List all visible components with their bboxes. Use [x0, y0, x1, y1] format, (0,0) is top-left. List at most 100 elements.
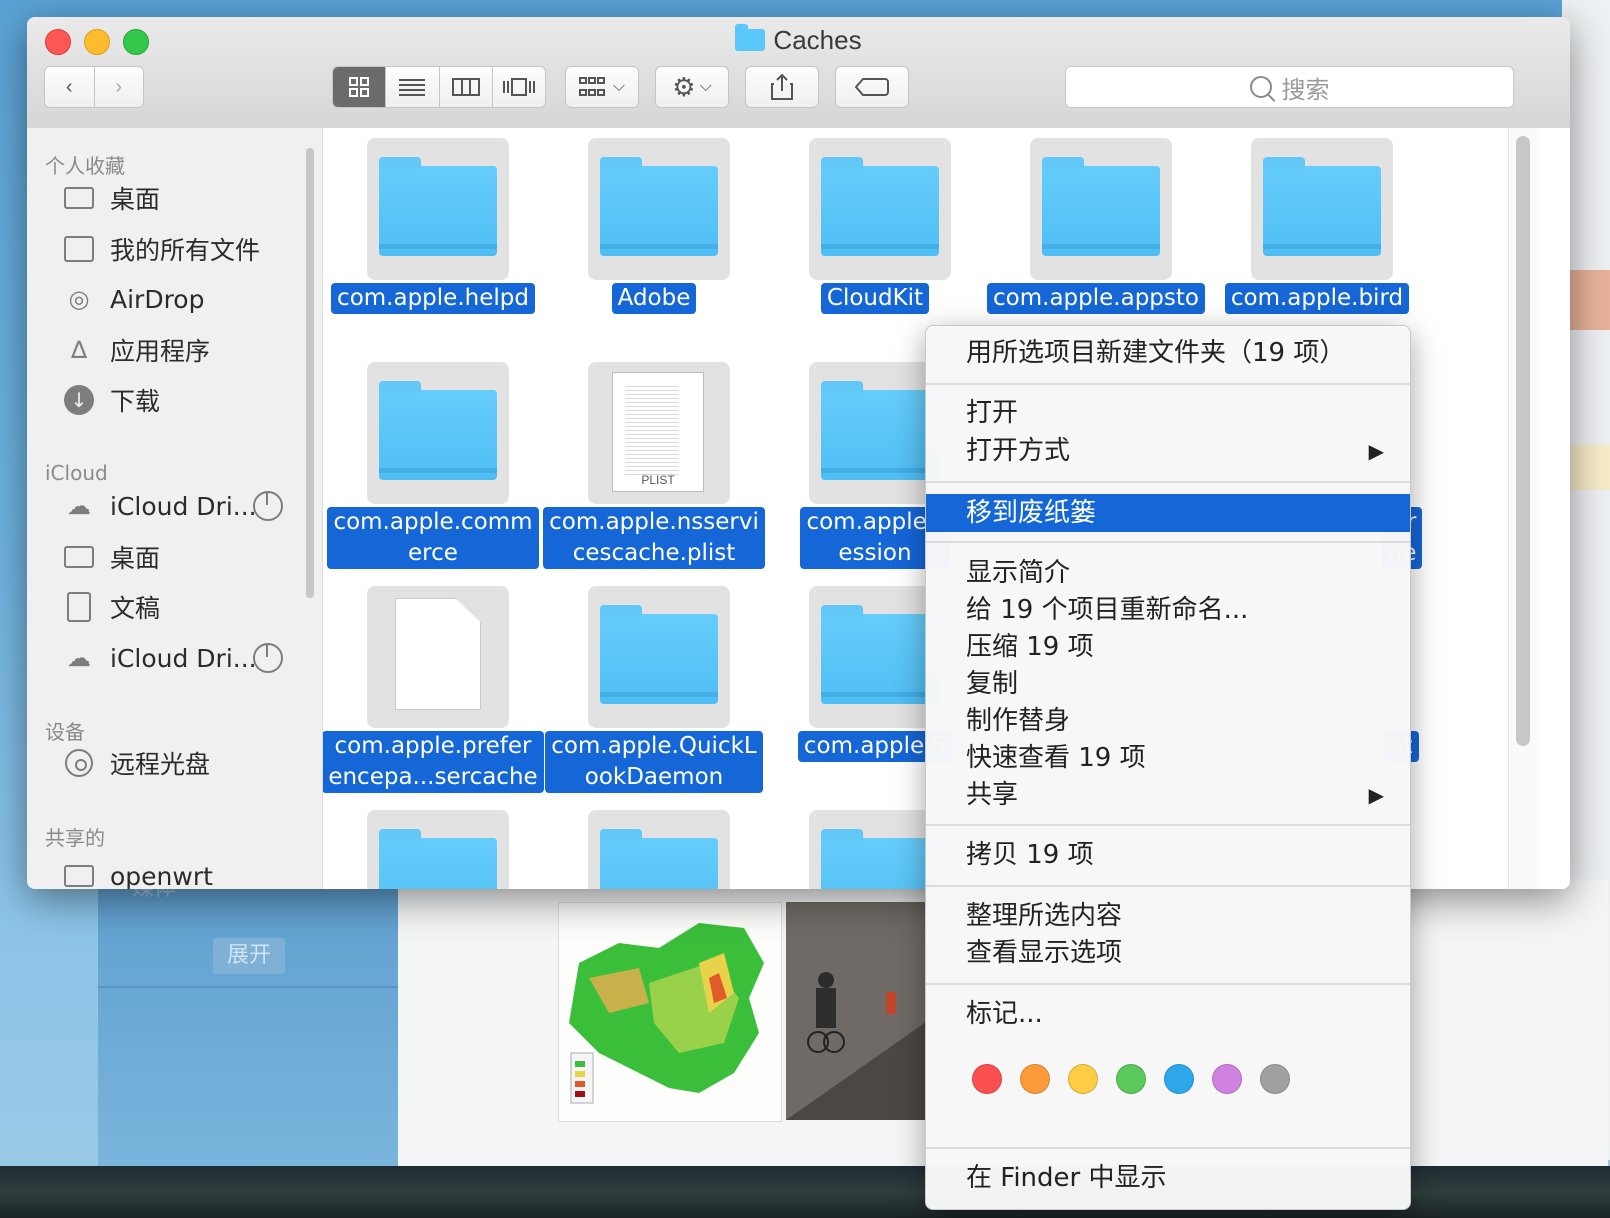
menu-item-tags[interactable]: 标记...	[926, 995, 1410, 1033]
sidebar-scrollbar[interactable]	[306, 148, 314, 598]
menu-item-duplicate[interactable]: 复制	[926, 665, 1410, 703]
submenu-arrow-icon: ▶	[1368, 783, 1384, 807]
sidebar-item-label: 桌面	[110, 185, 161, 214]
folder-icon	[735, 24, 766, 51]
folder-icon	[821, 157, 939, 256]
sidebar-item-label: 应用程序	[110, 337, 211, 366]
menu-item-share[interactable]: 共享 ▶	[926, 776, 1410, 814]
search-field[interactable]: 搜索	[1065, 66, 1514, 108]
sidebar-item-documents[interactable]: 文稿	[62, 587, 160, 627]
tag-blue[interactable]	[1164, 1064, 1194, 1094]
window-title: Caches	[27, 24, 1570, 56]
menu-separator	[926, 885, 1410, 887]
menu-item-new-folder-with-selection[interactable]: 用所选项目新建文件夹（19 项）	[926, 334, 1410, 372]
back-button[interactable]: ‹	[45, 67, 95, 107]
sidebar-item-label: iCloud Dri...	[110, 491, 257, 521]
sidebar-item-remote-disc[interactable]: 远程光盘	[62, 743, 210, 783]
menu-separator	[926, 824, 1410, 826]
list-view-button[interactable]	[386, 67, 440, 107]
document-icon	[62, 592, 96, 622]
menu-item-quick-look[interactable]: 快速查看 19 项	[926, 739, 1410, 777]
search-placeholder: 搜索	[1281, 75, 1330, 104]
cloud-icon: ☁	[67, 492, 91, 520]
chevron-left-icon: ‹	[65, 75, 73, 98]
sidebar-item-label: 文稿	[110, 594, 161, 623]
column-view-button[interactable]	[439, 67, 493, 107]
folder-icon	[379, 157, 497, 256]
tag-gray[interactable]	[1260, 1064, 1290, 1094]
folder-icon	[379, 381, 497, 480]
tag-button[interactable]	[835, 66, 909, 108]
menu-item-open-with[interactable]: 打开方式 ▶	[926, 432, 1410, 470]
sidebar-item-desktop[interactable]: 桌面	[62, 178, 160, 218]
tag-green[interactable]	[1116, 1064, 1146, 1094]
background-expand-button[interactable]: 展开	[213, 938, 285, 974]
file-name: com.apple.comm erce	[327, 507, 539, 569]
menu-item-label: 标记...	[966, 999, 1043, 1029]
folder-icon	[821, 381, 939, 480]
background-divider	[98, 986, 398, 988]
icon-view-button[interactable]	[333, 67, 387, 107]
sidebar-item-label: AirDrop	[110, 284, 205, 314]
sidebar-item-icloud-desktop[interactable]: 桌面	[62, 537, 160, 577]
file-thumbnail	[1251, 138, 1393, 280]
menu-item-label: 在 Finder 中显示	[966, 1163, 1167, 1193]
action-menu-button[interactable]: ⚙ ⌵	[655, 66, 729, 108]
sidebar-item-applications[interactable]: ∆ 应用程序	[62, 330, 210, 370]
menu-item-move-to-trash[interactable]: 移到废纸篓	[926, 494, 1410, 532]
menu-item-rename[interactable]: 给 19 个项目重新命名...	[926, 591, 1410, 629]
folder-icon	[379, 829, 497, 889]
menu-item-label: 拷贝 19 项	[966, 840, 1094, 870]
titlebar: Caches ‹ › ⌵ ⚙ ⌵ 搜索	[27, 17, 1570, 129]
view-mode-control	[332, 66, 546, 108]
coverflow-icon	[502, 78, 535, 96]
menu-item-copy[interactable]: 拷贝 19 项	[926, 836, 1410, 874]
menu-item-label: 整理所选内容	[966, 901, 1123, 931]
download-icon: ↓	[62, 385, 96, 415]
tag-yellow[interactable]	[1068, 1064, 1098, 1094]
menu-item-show-view-options[interactable]: 查看显示选项	[926, 934, 1410, 972]
tag-orange[interactable]	[1020, 1064, 1050, 1094]
forward-button[interactable]: ›	[94, 67, 143, 107]
coverflow-view-button[interactable]	[492, 67, 545, 107]
content-scrollbar[interactable]	[1516, 136, 1530, 746]
tag-color-picker	[972, 1064, 1308, 1094]
tag-purple[interactable]	[1212, 1064, 1242, 1094]
menu-item-label: 复制	[966, 669, 1019, 699]
applications-icon: ∆	[70, 336, 88, 364]
sidebar-item-all-my-files[interactable]: 我的所有文件	[62, 229, 260, 269]
tag-red[interactable]	[972, 1064, 1002, 1094]
menu-item-label: 移到废纸篓	[966, 498, 1097, 528]
sidebar-item-downloads[interactable]: ↓ 下载	[62, 380, 160, 420]
file-thumbnail	[1030, 138, 1172, 280]
file-name: Adobe	[611, 283, 697, 314]
file-name: CloudKit	[820, 283, 930, 314]
sidebar-item-airdrop[interactable]: ◎ AirDrop	[62, 279, 205, 319]
sidebar-item-icloud-drive-2[interactable]: ☁ iCloud Dri...	[62, 638, 322, 678]
file-thumbnail	[588, 138, 730, 280]
sidebar-item-label: 下载	[110, 387, 161, 416]
sidebar-item-label: iCloud Dri...	[110, 643, 257, 673]
menu-item-make-alias[interactable]: 制作替身	[926, 702, 1410, 740]
arrange-icon	[578, 77, 605, 96]
folder-icon	[600, 829, 718, 889]
arrange-button[interactable]: ⌵	[565, 66, 639, 108]
search-icon	[1249, 76, 1272, 98]
menu-item-reveal-in-finder[interactable]: 在 Finder 中显示	[926, 1159, 1410, 1197]
plist-badge: PLIST	[641, 473, 675, 487]
menu-item-clean-up-selection[interactable]: 整理所选内容	[926, 897, 1410, 935]
menu-item-get-info[interactable]: 显示简介	[926, 554, 1410, 592]
server-icon	[62, 862, 96, 889]
menu-item-compress[interactable]: 压缩 19 项	[926, 628, 1410, 666]
sidebar-item-icloud-drive[interactable]: ☁ iCloud Dri...	[62, 486, 322, 526]
sidebar-item-label: 我的所有文件	[110, 236, 261, 265]
menu-separator	[926, 1147, 1410, 1149]
share-button[interactable]	[745, 66, 819, 108]
nav-buttons: ‹ ›	[44, 66, 144, 108]
menu-item-open[interactable]: 打开	[926, 394, 1410, 432]
menu-item-label: 给 19 个项目重新命名...	[966, 595, 1249, 625]
sidebar-item-label: 桌面	[110, 544, 161, 573]
sidebar-item-openwrt[interactable]: openwrt	[62, 856, 213, 889]
folder-icon	[1263, 157, 1381, 256]
file-name: com.apple.nsservi cescache.plist	[543, 507, 765, 569]
